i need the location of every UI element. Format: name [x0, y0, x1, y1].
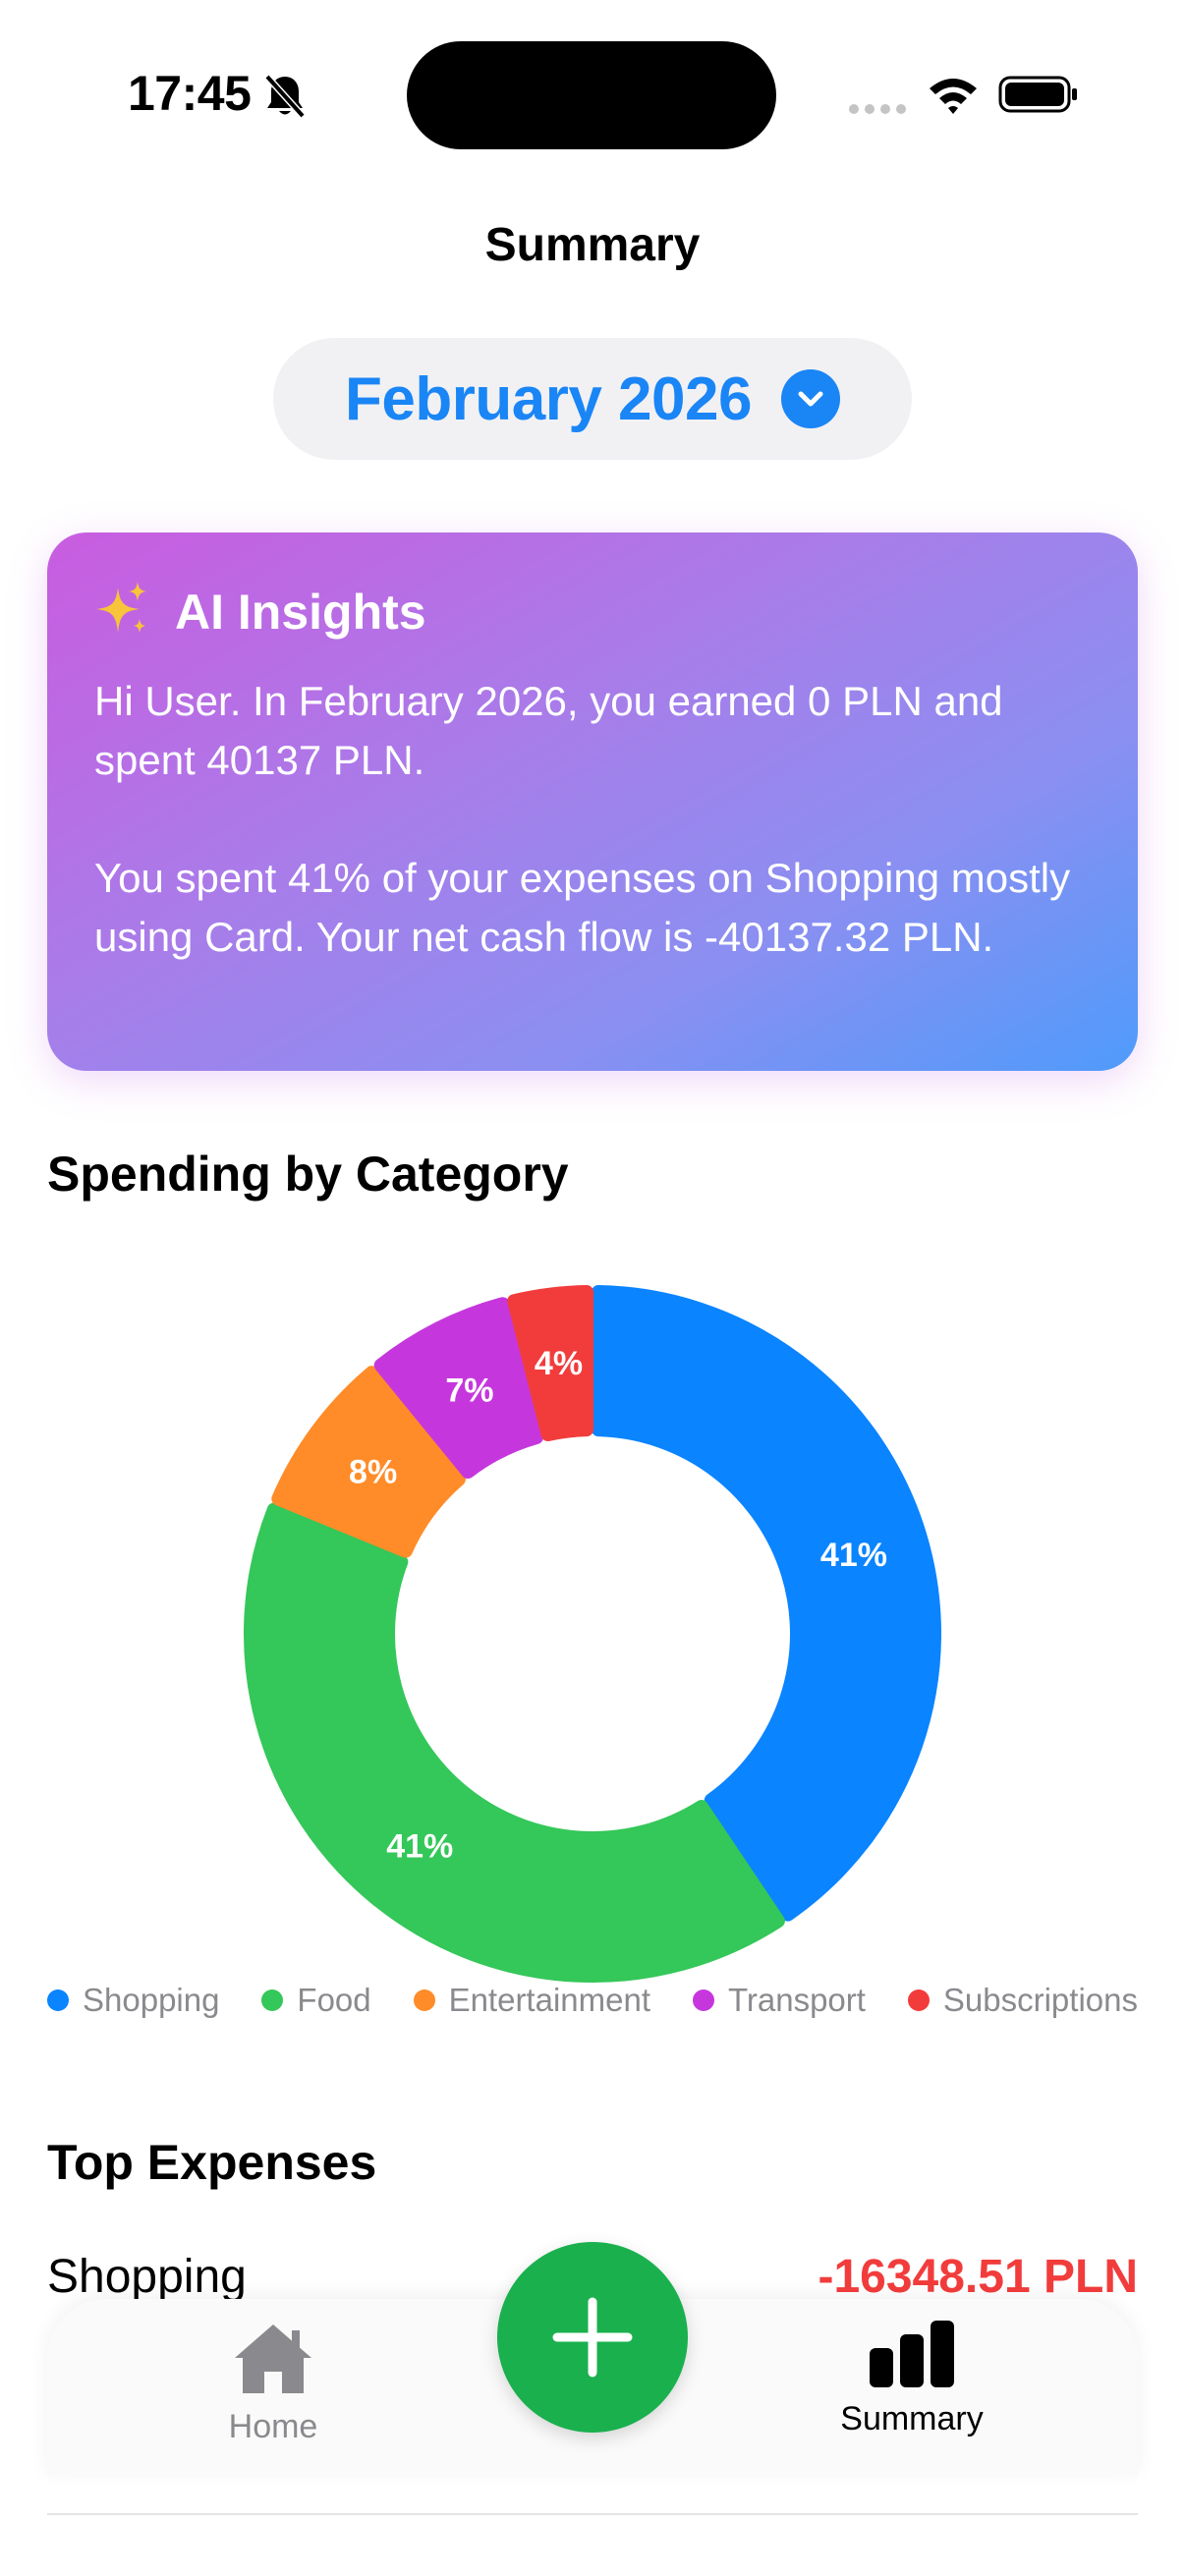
ai-insights-title: AI Insights — [175, 585, 426, 640]
donut-label-shopping: 41% — [820, 1537, 887, 1574]
expense-amount: -16348.51 PLN — [818, 2251, 1138, 2303]
page-title: Summary — [484, 219, 701, 271]
wifi-icon — [930, 79, 977, 114]
donut-label-subscriptions: 4% — [535, 1345, 583, 1382]
legend-label: Transport — [727, 1982, 866, 2018]
house-icon — [235, 2324, 311, 2393]
bar-chart-icon — [870, 2321, 954, 2387]
status-time: 17:45 — [128, 66, 252, 121]
legend-label: Food — [297, 1982, 371, 2018]
ai-insights-text: Hi User. In February 2026, you earned 0 … — [94, 672, 1097, 967]
legend-item-entertainment: Entertainment — [413, 1982, 651, 2019]
legend-item-food: Food — [261, 1982, 371, 2019]
legend-item-transport: Transport — [692, 1982, 866, 2019]
chevron-down-circle-icon — [780, 369, 840, 428]
legend-label: Entertainment — [448, 1982, 651, 2018]
cellular-dots-icon — [849, 104, 906, 114]
list-divider — [47, 2513, 1138, 2515]
legend-dot — [907, 1989, 930, 2011]
donut-label-entertainment: 8% — [349, 1454, 397, 1491]
spending-donut-chart: 41% 41% 8% 7% 4% — [244, 1285, 941, 1983]
legend-dot — [413, 1989, 435, 2011]
chart-legend: Shopping Food Entertainment Transport Subscr… — [47, 1975, 1138, 2026]
month-selector[interactable]: February 2026 — [273, 338, 912, 460]
tab-summary[interactable]: Summary — [833, 2319, 990, 2466]
donut-slice-food — [244, 1502, 785, 1983]
spending-section-title: Spending by Category — [47, 1147, 569, 1202]
sparkles-icon — [96, 582, 146, 633]
dynamic-island — [407, 41, 776, 149]
legend-item-subscriptions: Subscriptions — [907, 1982, 1138, 2019]
donut-label-transport: 7% — [445, 1372, 493, 1410]
legend-dot — [261, 1989, 284, 2011]
month-label: February 2026 — [345, 364, 752, 433]
expense-name: Shopping — [47, 2251, 247, 2303]
legend-dot — [692, 1989, 714, 2011]
top-expenses-title: Top Expenses — [47, 2135, 377, 2190]
plus-icon — [552, 2297, 633, 2378]
legend-label: Shopping — [83, 1982, 220, 2018]
ai-insights-paragraph: You spent 41% of your expenses on Shoppi… — [94, 855, 1071, 960]
legend-item-shopping: Shopping — [47, 1982, 219, 2019]
donut-label-food: 41% — [386, 1827, 453, 1865]
ai-insights-paragraph: Hi User. In February 2026, you earned 0 … — [94, 678, 1003, 783]
legend-dot — [47, 1989, 69, 2011]
tab-summary-label: Summary — [840, 2400, 984, 2437]
battery-icon — [998, 76, 1077, 113]
donut-slice-shopping — [591, 1285, 941, 1922]
tab-home[interactable]: Home — [195, 2319, 352, 2466]
bell-slash-icon — [264, 74, 306, 119]
tab-home-label: Home — [228, 2408, 318, 2445]
legend-label: Subscriptions — [942, 1982, 1138, 2018]
add-transaction-button[interactable] — [497, 2242, 688, 2433]
